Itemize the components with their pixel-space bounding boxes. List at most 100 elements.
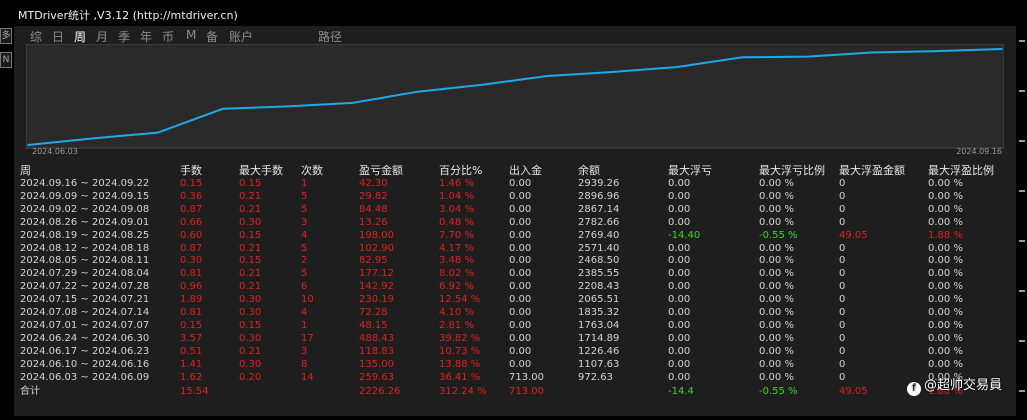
table-cell: 0.00 % bbox=[759, 190, 794, 202]
header-max-floating-loss: 最大浮亏 bbox=[668, 164, 712, 177]
table-cell: 2.81 % bbox=[439, 319, 474, 331]
table-cell: 0.00 % bbox=[759, 319, 794, 331]
table-row[interactable]: 2024.07.08 ~ 2024.07.14 0.81 0.30 4 72.28 4.1… bbox=[18, 307, 1006, 320]
table-cell: 177.12 bbox=[359, 268, 394, 280]
balance-point bbox=[286, 105, 289, 108]
watermark: f @超帅交易員 bbox=[906, 374, 1002, 396]
balance-point bbox=[1001, 48, 1003, 50]
table-cell: 0.00 bbox=[509, 190, 532, 202]
table-cell: -0.55 % bbox=[759, 229, 798, 241]
tab-account[interactable]: 账户 bbox=[229, 28, 253, 45]
table-cell: 0 bbox=[839, 319, 846, 331]
table-cell: 0.15 bbox=[180, 319, 203, 331]
table-cell: 0.00 % bbox=[928, 178, 963, 189]
tab-m[interactable]: M bbox=[186, 28, 196, 42]
table-cell: 42.30 bbox=[359, 178, 388, 189]
table-cell: 84.48 bbox=[359, 203, 388, 215]
table-row[interactable]: 2024.09.09 ~ 2024.09.15 0.36 0.21 5 29.82 1.0… bbox=[18, 191, 1006, 204]
table-cell: 2 bbox=[301, 255, 308, 267]
table-cell: 0.00 % bbox=[928, 345, 963, 357]
table-row[interactable]: 2024.08.19 ~ 2024.08.25 0.60 0.15 4 198.00 7.… bbox=[18, 230, 1006, 243]
watermark-text: @超帅交易員 bbox=[923, 378, 1002, 393]
table-row[interactable]: 2024.07.15 ~ 2024.07.21 1.89 0.30 10 230.19 1… bbox=[18, 294, 1006, 307]
stats-panel: 综 日 周 月 季 年 币 M 备 账户 路径 2024.06.03 2024.… bbox=[14, 26, 1016, 420]
table-row[interactable]: 2024.08.05 ~ 2024.08.11 0.30 0.15 2 82.95 3.4… bbox=[18, 255, 1006, 268]
tab-week[interactable]: 周 bbox=[74, 28, 86, 45]
table-cell: 1763.04 bbox=[578, 319, 620, 331]
table-cell: 0.00 % bbox=[928, 294, 963, 306]
table-cell: 0 bbox=[839, 307, 846, 319]
tab-quarter[interactable]: 季 bbox=[118, 28, 130, 45]
table-cell: 2571.40 bbox=[578, 242, 620, 254]
table-cell: 0.15 bbox=[239, 319, 262, 331]
tab-day[interactable]: 日 bbox=[52, 28, 64, 45]
tab-year[interactable]: 年 bbox=[140, 28, 152, 45]
table-row[interactable]: 2024.07.29 ~ 2024.08.04 0.81 0.21 5 177.12 8.… bbox=[18, 268, 1006, 281]
table-cell: 0.15 bbox=[239, 255, 262, 267]
header-max-floating-loss-ratio: 最大浮亏比例 bbox=[759, 164, 825, 177]
table-cell: 14 bbox=[301, 371, 314, 383]
table-cell: 2867.14 bbox=[578, 203, 620, 215]
table-cell: 2024.07.22 ~ 2024.07.28 bbox=[20, 281, 150, 293]
table-cell: 0 bbox=[839, 216, 846, 228]
table-cell: 4 bbox=[301, 229, 308, 241]
table-cell: 0.30 bbox=[239, 332, 262, 344]
table-cell: 2024.06.17 ~ 2024.06.23 bbox=[20, 345, 150, 357]
tab-month[interactable]: 月 bbox=[96, 28, 108, 45]
table-row[interactable]: 2024.09.16 ~ 2024.09.22 0.15 0.15 1 42.30 1.4… bbox=[18, 178, 1006, 191]
table-cell: 0.15 bbox=[180, 178, 203, 189]
table-row[interactable]: 2024.06.24 ~ 2024.06.30 3.57 0.30 17 488.43 3… bbox=[18, 333, 1006, 346]
table-cell: 5 bbox=[301, 268, 308, 280]
table-cell: 0 bbox=[839, 268, 846, 280]
tab-note[interactable]: 备 bbox=[206, 28, 218, 45]
table-cell: 82.95 bbox=[359, 255, 388, 267]
table-row[interactable]: 2024.07.01 ~ 2024.07.07 0.15 0.15 1 48.15 2.8… bbox=[18, 320, 1006, 333]
table-cell: 2024.06.10 ~ 2024.06.16 bbox=[20, 358, 150, 370]
table-cell: 0.00 % bbox=[759, 281, 794, 293]
table-cell: 12.54 % bbox=[439, 294, 481, 306]
table-cell: 13.26 bbox=[359, 216, 388, 228]
table-cell: 3.48 % bbox=[439, 255, 474, 267]
tab-summary[interactable]: 综 bbox=[30, 28, 42, 45]
header-max-lots: 最大手数 bbox=[239, 164, 283, 177]
header-lots: 手数 bbox=[180, 164, 202, 177]
table-cell: 0.00 bbox=[509, 242, 532, 254]
table-cell: 2024.08.19 ~ 2024.08.25 bbox=[20, 229, 150, 241]
table-cell: 3.04 % bbox=[439, 203, 474, 215]
tab-currency[interactable]: 币 bbox=[162, 28, 174, 45]
left-button-1[interactable]: 多 bbox=[0, 28, 12, 44]
table-cell: 0.81 bbox=[180, 307, 203, 319]
table-cell: 10 bbox=[301, 294, 314, 306]
table-cell: 1835.32 bbox=[578, 307, 620, 319]
table-row[interactable]: 2024.09.02 ~ 2024.09.08 0.87 0.21 5 84.48 3.0… bbox=[18, 204, 1006, 217]
table-cell: 3 bbox=[301, 345, 308, 357]
table-cell: 0.00 bbox=[668, 178, 691, 189]
table-cell: 0.00 % bbox=[928, 203, 963, 215]
table-cell: 1107.63 bbox=[578, 358, 620, 370]
table-row[interactable]: 2024.06.03 ~ 2024.06.09 1.62 0.20 14 259.63 3… bbox=[18, 372, 1006, 385]
tab-path[interactable]: 路径 bbox=[318, 28, 342, 45]
table-cell: 0.00 % bbox=[759, 307, 794, 319]
chart-x-start-label: 2024.06.03 bbox=[32, 147, 78, 156]
table-cell: 0 bbox=[839, 281, 846, 293]
balance-point bbox=[611, 71, 614, 73]
table-row[interactable]: 2024.08.12 ~ 2024.08.18 0.87 0.21 5 102.90 4.… bbox=[18, 243, 1006, 256]
table-cell: 1 bbox=[301, 178, 308, 189]
table-row[interactable]: 2024.06.10 ~ 2024.06.16 1.41 0.30 8 135.00 13… bbox=[18, 359, 1006, 372]
header-week: 周 bbox=[20, 164, 31, 177]
table-cell: 0.30 bbox=[239, 294, 262, 306]
left-button-2[interactable]: N bbox=[0, 52, 12, 68]
table-cell: 0.00 bbox=[509, 358, 532, 370]
table-cell: 2024.09.16 ~ 2024.09.22 bbox=[20, 178, 150, 189]
table-cell: 0 bbox=[839, 203, 846, 215]
table-cell: 3.57 bbox=[180, 332, 203, 344]
table-cell: 0.66 bbox=[180, 216, 203, 228]
table-cell: 0.51 bbox=[180, 345, 203, 357]
table-cell: 0.15 bbox=[239, 178, 262, 189]
table-row[interactable]: 2024.08.26 ~ 2024.09.01 0.66 0.30 3 13.26 0.4… bbox=[18, 217, 1006, 230]
table-cell: 0.21 bbox=[239, 268, 262, 280]
table-row[interactable]: 2024.06.17 ~ 2024.06.23 0.51 0.21 3 118.83 10… bbox=[18, 346, 1006, 359]
table-row[interactable]: 2024.07.22 ~ 2024.07.28 0.96 0.21 6 142.92 6.… bbox=[18, 281, 1006, 294]
table-cell: 2208.43 bbox=[578, 281, 620, 293]
table-cell: 2468.50 bbox=[578, 255, 620, 267]
